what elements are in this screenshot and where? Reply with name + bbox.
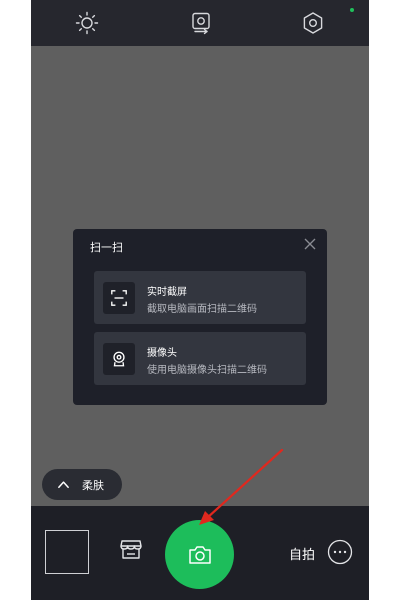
option-title: 摄像头	[147, 348, 177, 359]
status-dot	[350, 8, 354, 12]
scan-dialog: 扫一扫 实时截屏 截取电脑画面扫描二维码 摄像头 使用电脑摄像头扫描二维码	[73, 229, 327, 405]
brightness-icon[interactable]	[73, 9, 101, 37]
camera-icon	[188, 545, 211, 564]
camera-app: 扫一扫 实时截屏 截取电脑画面扫描二维码 摄像头 使用电脑摄像头扫描二维码 柔肤…	[31, 0, 369, 600]
option-desc: 截取电脑画面扫描二维码	[147, 304, 257, 315]
beauty-toggle[interactable]: 柔肤	[42, 469, 122, 500]
beauty-label: 柔肤	[82, 479, 104, 492]
option-screenshot[interactable]: 实时截屏 截取电脑画面扫描二维码	[94, 271, 306, 324]
option-webcam[interactable]: 摄像头 使用电脑摄像头扫描二维码	[94, 332, 306, 385]
store-icon[interactable]	[118, 536, 144, 562]
option-desc: 使用电脑摄像头扫描二维码	[147, 365, 267, 376]
selfie-button[interactable]: 自拍	[289, 544, 315, 563]
webcam-icon-box	[103, 343, 135, 375]
photo-thumbnail[interactable]	[45, 530, 89, 574]
bottom-toolbar: 自拍	[31, 506, 369, 600]
close-icon[interactable]	[303, 237, 317, 251]
screenshot-icon-box	[103, 282, 135, 314]
shutter-button[interactable]	[165, 520, 234, 589]
more-icon[interactable]	[327, 539, 353, 565]
screenshot-icon	[111, 290, 127, 306]
dialog-title: 扫一扫	[90, 241, 123, 254]
camera-switch-icon[interactable]	[187, 9, 215, 37]
option-title: 实时截屏	[147, 287, 187, 298]
settings-icon[interactable]	[299, 9, 327, 37]
chevron-up-icon	[58, 481, 69, 489]
webcam-icon	[113, 351, 125, 367]
top-toolbar	[31, 0, 369, 46]
